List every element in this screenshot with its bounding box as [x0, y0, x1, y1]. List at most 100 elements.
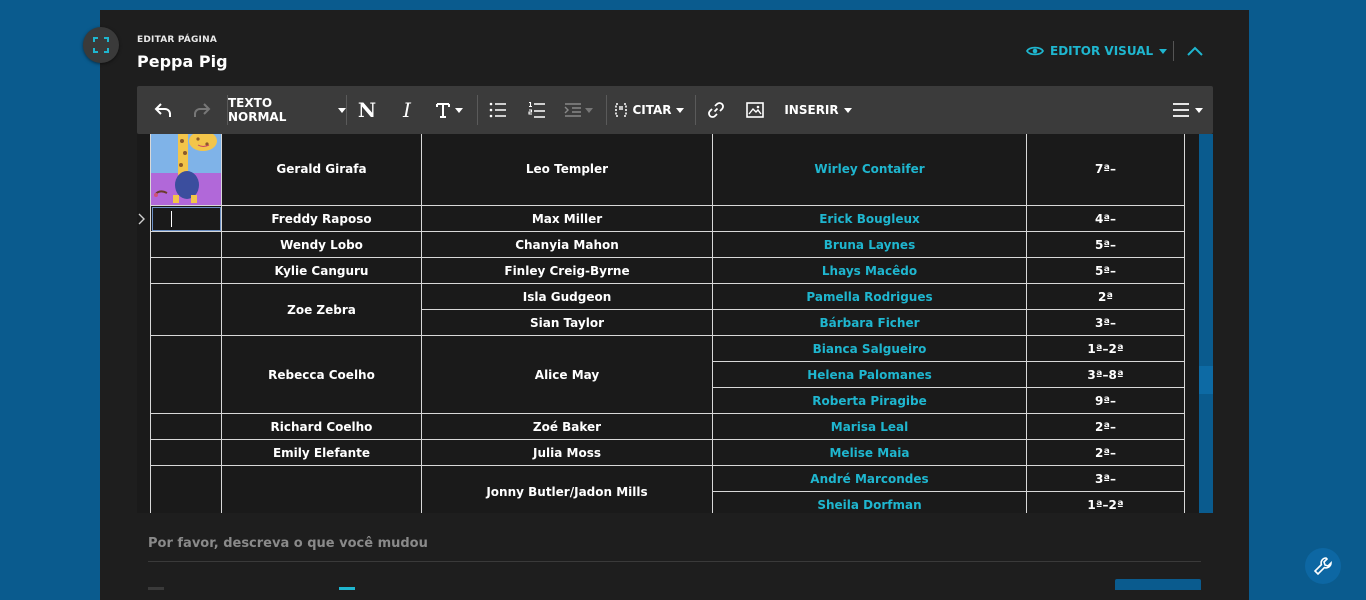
table-cell[interactable]: 1ª–2ª	[1026, 335, 1185, 362]
numbered-list-icon	[528, 101, 545, 118]
table-cell[interactable]	[150, 257, 222, 284]
edit-summary-placeholder: Por favor, descreva o que você mudou	[148, 536, 428, 551]
more-options-dropdown[interactable]	[1161, 86, 1213, 134]
image-button[interactable]	[736, 86, 774, 134]
editor-mode-label: EDITOR VISUAL	[1050, 44, 1154, 58]
table-row: Richard Coelho Zoé Baker Marisa Leal 2ª–	[150, 413, 1185, 440]
table-row: Jonny Butler/Jadon Mills André Marcondes…	[150, 465, 1185, 513]
bold-button[interactable]: N	[347, 86, 387, 134]
cite-label: CITAR	[632, 103, 672, 117]
table-cell-link[interactable]: Bruna Laynes	[712, 231, 1027, 258]
table-cell-link[interactable]: Marisa Leal	[712, 413, 1027, 440]
tools-button[interactable]	[1305, 548, 1341, 584]
table-cell-link[interactable]: Pamella Rodrigues	[712, 283, 1027, 310]
edit-summary-input[interactable]: Por favor, descreva o que você mudou	[148, 536, 1201, 562]
table-cell[interactable]: 9ª–	[1026, 387, 1185, 414]
table-row: Kylie Canguru Finley Creig-Byrne Lhays M…	[150, 257, 1185, 284]
text-style-dropdown[interactable]	[427, 86, 471, 134]
table-cell[interactable]: Gerald Girafa	[221, 134, 422, 206]
content-scrollbar[interactable]	[1199, 134, 1213, 513]
table-cell-link[interactable]: Roberta Piragibe	[712, 387, 1027, 414]
table-cell[interactable]	[150, 231, 222, 258]
table-cell[interactable]	[150, 465, 222, 513]
save-button[interactable]	[1115, 579, 1201, 590]
table-cell[interactable]: 1ª–2ª	[1026, 491, 1185, 513]
fullscreen-icon	[93, 37, 109, 53]
table-cell[interactable]: Max Miller	[421, 205, 713, 232]
table-cell-link[interactable]: Wirley Contaifer	[712, 134, 1027, 206]
table-cell-link[interactable]: Bianca Salgueiro	[712, 335, 1027, 362]
table-row: Wendy Lobo Chanyia Mahon Bruna Laynes 5ª…	[150, 231, 1185, 258]
italic-button[interactable]: I	[387, 86, 427, 134]
table-cell[interactable]: Freddy Raposo	[221, 205, 422, 232]
redo-button[interactable]	[189, 86, 215, 134]
table-cell[interactable]	[150, 413, 222, 440]
table-cell[interactable]: Isla Gudgeon	[421, 283, 713, 310]
table-cell[interactable]: Finley Creig-Byrne	[421, 257, 713, 284]
link-button[interactable]	[696, 86, 736, 134]
chevron-down-icon	[675, 107, 684, 113]
table-cell[interactable]: 2ª	[1026, 283, 1185, 310]
table-cell[interactable]: 4ª–	[1026, 205, 1185, 232]
table-cell[interactable]: 3ª–8ª	[1026, 361, 1185, 388]
scrollbar-thumb[interactable]	[1199, 366, 1213, 394]
table-cell[interactable]: Julia Moss	[421, 439, 713, 466]
table-cell[interactable]	[150, 335, 222, 414]
table-row: Freddy Raposo Max Miller Erick Bougleux …	[150, 205, 1185, 232]
table-cell-image[interactable]	[150, 134, 222, 206]
table-cell[interactable]: Alice May	[421, 335, 713, 414]
table-cell-link[interactable]: Sheila Dorfman	[712, 491, 1027, 513]
table-cell[interactable]	[150, 283, 222, 336]
table-cell[interactable]: Wendy Lobo	[221, 231, 422, 258]
editor-mode-dropdown[interactable]: EDITOR VISUAL	[1026, 42, 1168, 60]
table-cell-link[interactable]: Lhays Macêdo	[712, 257, 1027, 284]
table-cell[interactable]: Leo Templer	[421, 134, 713, 206]
table-cell[interactable]: Zoe Zebra	[221, 283, 422, 336]
table-cell[interactable]: Rebecca Coelho	[221, 335, 422, 414]
row-handle-chevron-right-icon[interactable]	[136, 211, 146, 227]
table-cell-link[interactable]: Bárbara Ficher	[712, 309, 1027, 336]
table-cell-link[interactable]: Erick Bougleux	[712, 205, 1027, 232]
numbered-list-button[interactable]	[518, 86, 556, 134]
table-cell[interactable]: Sian Taylor	[421, 309, 713, 336]
indent-dropdown[interactable]	[556, 86, 600, 134]
table-cell[interactable]: 7ª–	[1026, 134, 1185, 206]
table-cell[interactable]: Jonny Butler/Jadon Mills	[421, 465, 713, 513]
undo-button[interactable]	[137, 86, 189, 134]
table-cell[interactable]: 2ª–	[1026, 439, 1185, 466]
table-cell[interactable]: 5ª–	[1026, 231, 1185, 258]
table-cell[interactable]: 3ª–	[1026, 309, 1185, 336]
table-cell[interactable]: Richard Coelho	[221, 413, 422, 440]
cast-table: Gerald Girafa Leo Templer Wirley Contaif…	[150, 134, 1185, 513]
paragraph-format-dropdown[interactable]: TEXTO NORMAL	[228, 86, 346, 134]
table-row: Zoe Zebra Isla Gudgeon Pamella Rodrigues…	[150, 283, 1185, 336]
table-cell[interactable]: 3ª–	[1026, 465, 1185, 492]
header-divider	[1173, 41, 1174, 61]
insert-dropdown[interactable]: INSERIR	[774, 86, 858, 134]
table-row: Rebecca Coelho Alice May Bianca Salgueir…	[150, 335, 1185, 414]
bold-label: N	[357, 98, 377, 122]
table-cell[interactable]	[150, 439, 222, 466]
table-cell[interactable]: Zoé Baker	[421, 413, 713, 440]
table-cell[interactable]: Emily Elefante	[221, 439, 422, 466]
table-cell[interactable]: Kylie Canguru	[221, 257, 422, 284]
page-title: Peppa Pig	[137, 52, 228, 71]
bullet-list-button[interactable]	[478, 86, 518, 134]
table-cell-link[interactable]: Melise Maia	[712, 439, 1027, 466]
table-cell[interactable]: Chanyia Mahon	[421, 231, 713, 258]
editor-toolbar: TEXTO NORMAL N I CITAR INSERIR	[137, 86, 1213, 134]
table-cell-link[interactable]: Helena Palomanes	[712, 361, 1027, 388]
fullscreen-button[interactable]	[83, 27, 119, 63]
editor-content[interactable]: Gerald Girafa Leo Templer Wirley Contaif…	[137, 134, 1213, 513]
table-cell[interactable]: 2ª–	[1026, 413, 1185, 440]
table-cell-link[interactable]: André Marcondes	[712, 465, 1027, 492]
table-cell[interactable]	[221, 465, 422, 513]
chevron-down-icon	[1159, 48, 1168, 54]
collapse-button[interactable]	[1184, 42, 1206, 60]
edit-page-label: EDITAR PÁGINA	[137, 35, 218, 45]
table-cell[interactable]: 5ª–	[1026, 257, 1185, 284]
cite-icon	[615, 103, 628, 117]
chevron-down-icon	[843, 107, 852, 113]
table-cell-selected[interactable]	[150, 205, 222, 232]
cite-dropdown[interactable]: CITAR	[607, 86, 691, 134]
